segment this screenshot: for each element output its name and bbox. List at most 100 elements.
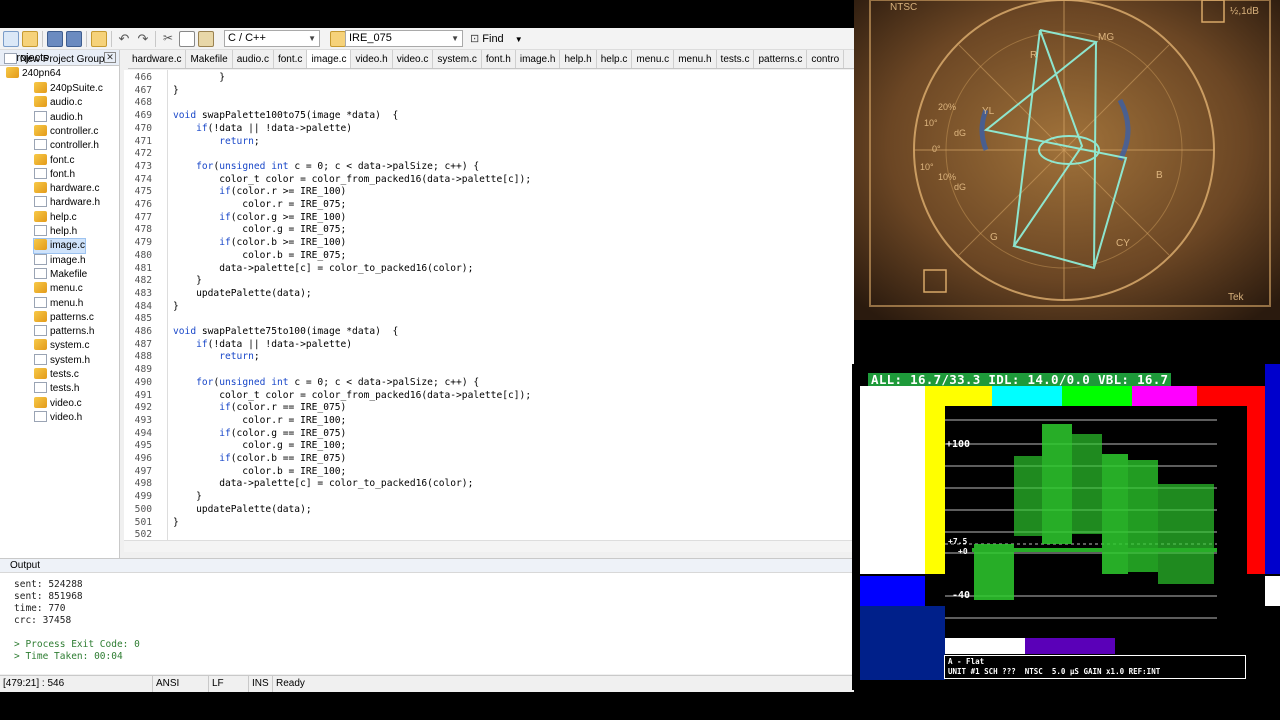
code-line[interactable]: if(color.r == IRE_075) [173,402,346,415]
tree-root[interactable]: New Project Group [4,53,104,67]
file-tab[interactable]: image.c [307,50,352,68]
tree-file-item[interactable]: controller.c [34,124,98,139]
save-all-icon[interactable] [66,31,82,47]
tree-file-item[interactable]: video.h [34,410,82,425]
tree-file-item[interactable]: tests.c [34,368,79,382]
code-line[interactable]: for(unsigned int c = 0; c < data->palSiz… [173,377,479,390]
code-line[interactable]: if(color.b == IRE_075) [173,453,346,466]
tree-file-item[interactable]: help.c [34,210,77,225]
new-file-icon[interactable] [3,31,19,47]
code-line[interactable]: return; [173,351,259,364]
tree-file-item[interactable]: font.c [34,153,74,168]
file-tab[interactable]: font.h [481,50,516,68]
file-tab[interactable]: help.c [596,50,633,68]
scale-0deg: 0° [932,144,941,154]
code-line[interactable]: if(color.b >= IRE_100) [173,237,346,250]
tree-file-item[interactable]: controller.h [34,139,99,153]
tree-file-item[interactable]: help.h [34,225,77,239]
code-line[interactable]: color_t color = color_from_packed16(data… [173,390,531,403]
code-line[interactable]: } [173,275,202,288]
code-line[interactable]: data->palette[c] = color_to_packed16(col… [173,263,473,276]
file-tab[interactable]: menu.h [674,50,717,68]
code-line[interactable]: } [173,301,179,314]
code-line[interactable]: color.g = IRE_100; [173,440,346,453]
code-line[interactable]: } [173,72,225,85]
close-icon[interactable]: ✕ [104,52,116,63]
tree-file-item[interactable]: Makefile [34,267,87,282]
tree-file-item[interactable]: image.h [34,253,86,268]
line-number: 497 [134,465,152,477]
code-line[interactable]: updatePalette(data); [173,288,312,301]
tree-file-item[interactable]: 240pSuite.c [34,82,103,96]
file-tab[interactable]: tests.c [716,50,755,68]
tree-file-item[interactable]: font.h [34,167,75,182]
code-editor[interactable]: 466 } 467} 468 469 void swapPalette100to75(i… [124,70,854,540]
tree-file-item[interactable]: patterns.h [34,325,94,339]
search-input[interactable]: IRE_075 ▼ [345,30,463,47]
tree-file-item[interactable]: menu.h [34,296,83,311]
copy-icon[interactable] [179,31,195,47]
cut-icon[interactable]: ✂ [160,31,176,47]
code-line[interactable]: } [173,85,179,98]
tree-file-item[interactable]: audio.h [34,110,83,125]
code-line[interactable]: color.r = IRE_075; [173,199,346,212]
file-tab[interactable]: hardware.c [128,50,187,68]
code-line[interactable]: if(color.g == IRE_075) [173,428,346,441]
file-tab[interactable]: image.h [515,50,561,68]
code-line[interactable]: void swapPalette100to75(image *data) { [173,110,398,123]
file-tab[interactable]: help.h [560,50,597,68]
source-file-icon [34,396,47,408]
code-line[interactable]: for(unsigned int c = 0; c < data->palSiz… [173,161,479,174]
redo-icon[interactable]: ↷ [135,31,151,47]
tree-file-item[interactable]: tests.h [34,382,79,396]
code-line[interactable]: return; [173,136,259,149]
tree-file-item[interactable]: menu.c [34,282,83,296]
code-line[interactable]: color.b = IRE_100; [173,466,346,479]
file-tab[interactable]: contro [807,50,845,68]
code-line[interactable]: color.b = IRE_075; [173,250,346,263]
tree-file-item[interactable]: patterns.c [34,310,94,325]
find-button[interactable]: ⊡ Find ▼ [470,30,523,48]
code-line[interactable]: updatePalette(data); [173,504,312,517]
search-folder-icon[interactable] [330,31,346,47]
file-tab[interactable]: patterns.c [754,50,808,68]
open-folder-icon[interactable] [22,31,38,47]
code-line[interactable]: if(color.g >= IRE_100) [173,212,346,225]
tree-project[interactable]: 240pn64 [6,67,61,81]
encoding-label[interactable]: ANSI [152,676,208,692]
code-line[interactable]: if(!data || !data->palette) [173,339,352,352]
tree-file-item[interactable]: system.c [34,339,89,353]
line-number: 467 [134,84,152,96]
file-tab[interactable]: Makefile [186,50,233,68]
paste-icon[interactable] [198,31,214,47]
file-tab[interactable]: video.c [392,50,434,68]
code-line[interactable]: } [173,517,179,530]
file-tab[interactable]: menu.c [632,50,675,68]
file-tab[interactable]: system.c [433,50,482,68]
file-tab[interactable]: video.h [351,50,393,68]
language-select[interactable]: C / C++ ▼ [224,30,320,47]
line-number: 502 [134,529,152,540]
file-tab[interactable]: audio.c [232,50,274,68]
save-icon[interactable] [47,31,63,47]
undo-icon[interactable]: ↶ [116,31,132,47]
tree-file-item[interactable]: hardware.h [34,196,100,210]
header-file-icon [34,196,47,208]
tree-file-item[interactable]: video.c [34,396,82,411]
code-line[interactable]: if(!data || !data->palette) [173,123,352,136]
code-line[interactable]: } [173,491,202,504]
code-line[interactable]: color_t color = color_from_packed16(data… [173,174,531,187]
code-line[interactable]: color.g = IRE_075; [173,224,346,237]
code-line[interactable]: void swapPalette75to100(image *data) { [173,326,398,339]
tree-file-item[interactable]: hardware.c [34,182,99,196]
code-line[interactable]: color.r = IRE_100; [173,415,346,428]
file-tab[interactable]: font.c [273,50,308,68]
tree-file-item[interactable]: image.c [32,238,87,255]
eol-label[interactable]: LF [208,676,248,692]
tree-file-item[interactable]: audio.c [34,96,82,110]
header-file-icon [34,225,47,236]
code-line[interactable]: data->palette[c] = color_to_packed16(col… [173,478,473,491]
code-line[interactable]: if(color.r >= IRE_100) [173,186,346,199]
tree-file-item[interactable]: system.h [34,353,90,368]
project-icon[interactable] [91,31,107,47]
